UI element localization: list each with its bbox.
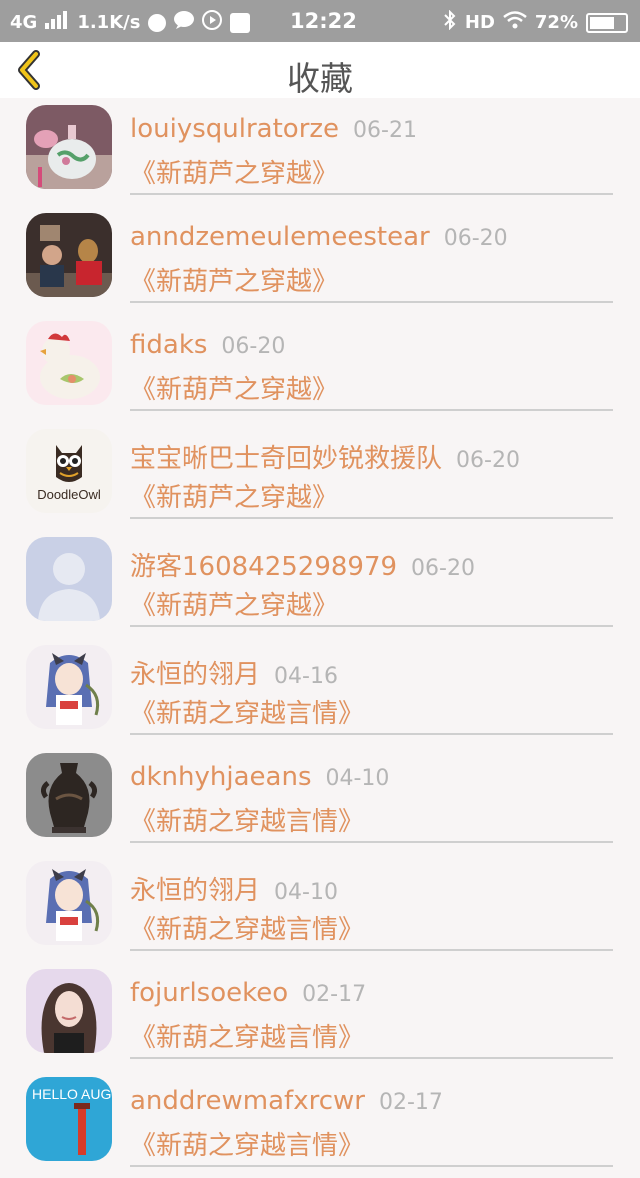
divider [130, 409, 613, 411]
avatar[interactable] [26, 645, 112, 729]
network-speed: 1.1K/s [77, 12, 141, 33]
avatar[interactable]: HELLO AUGUST [26, 1077, 112, 1161]
book-title[interactable]: 《新葫之穿越言情》 [130, 1017, 364, 1054]
item-header: 游客1608425298979 06-20 [130, 546, 475, 583]
item-header: 永恒的翎月 04-16 [130, 654, 338, 691]
favorite-date: 06-20 [443, 226, 508, 251]
battery-level [590, 16, 615, 29]
message-icon [174, 11, 195, 34]
divider [130, 841, 613, 843]
favorite-item[interactable]: louiysqulratorze 06-21 《新葫芦之穿越》 [0, 98, 640, 206]
svg-text:DoodleOwl: DoodleOwl [37, 487, 101, 502]
avatar[interactable] [26, 105, 112, 189]
bluetooth-icon [443, 9, 457, 35]
book-title[interactable]: 《新葫芦之穿越》 [130, 153, 338, 190]
user-name[interactable]: anndzemeulemeestear [130, 222, 430, 252]
book-title[interactable]: 《新葫芦之穿越》 [130, 261, 338, 298]
item-header: dknhyhjaeans 04-10 [130, 762, 389, 792]
item-header: fidaks 06-20 [130, 330, 285, 360]
avatar[interactable] [26, 213, 112, 297]
favorite-date: 04-10 [274, 880, 338, 905]
app-icon [148, 13, 167, 32]
hd-indicator: HD [464, 12, 495, 33]
user-name[interactable]: 永恒的翎月 [130, 876, 260, 906]
favorite-date: 04-16 [274, 664, 338, 689]
favorite-date: 04-10 [325, 766, 390, 791]
book-title[interactable]: 《新葫芦之穿越》 [130, 369, 338, 406]
wifi-icon [503, 11, 527, 34]
signal-icon [45, 11, 69, 34]
item-header: anddrewmafxrcwr 02-17 [130, 1086, 443, 1116]
divider [130, 1165, 613, 1167]
favorite-date: 06-20 [411, 556, 475, 581]
favorites-list: louiysqulratorze 06-21 《新葫芦之穿越》 anndzemeul… [0, 98, 640, 1178]
favorite-item[interactable]: 永恒的翎月 04-16 《新葫之穿越言情》 [0, 638, 640, 746]
divider [130, 733, 613, 735]
page-title: 收藏 [287, 59, 353, 98]
favorite-item[interactable]: anndzemeulemeestear 06-20 《新葫芦之穿越》 [0, 206, 640, 314]
favorite-date: 02-17 [378, 1090, 443, 1115]
book-title[interactable]: 《新葫之穿越言情》 [130, 909, 364, 946]
app-square-icon [230, 12, 251, 33]
favorite-item[interactable]: DoodleOwl 宝宝晰巴士奇回妙锐救援队 06-20 《新葫芦之穿越》 [0, 422, 640, 530]
battery-percent: 72% [534, 12, 578, 33]
app-header: 收藏 [0, 42, 640, 98]
divider [130, 517, 613, 519]
svg-text:HELLO AUGUST: HELLO AUGUST [32, 1086, 112, 1102]
favorite-date: 06-20 [221, 334, 286, 359]
favorite-item[interactable]: dknhyhjaeans 04-10 《新葫之穿越言情》 [0, 746, 640, 854]
battery-icon [586, 12, 628, 33]
status-bar: 4G 1.1K/s 12:22 HD 72% [0, 0, 640, 42]
avatar[interactable] [26, 861, 112, 945]
favorite-date: 06-20 [456, 448, 520, 473]
favorite-item[interactable]: 永恒的翎月 04-10 《新葫之穿越言情》 [0, 854, 640, 962]
book-title[interactable]: 《新葫芦之穿越》 [130, 585, 338, 622]
divider [130, 1057, 613, 1059]
network-type: 4G [10, 12, 38, 33]
favorite-item[interactable]: fidaks 06-20 《新葫芦之穿越》 [0, 314, 640, 422]
user-name[interactable]: fojurlsoekeo [130, 978, 288, 1008]
avatar[interactable] [26, 753, 112, 837]
item-header: louiysqulratorze 06-21 [130, 114, 417, 144]
avatar[interactable] [26, 537, 112, 621]
user-name[interactable]: fidaks [130, 330, 207, 360]
user-name[interactable]: 宝宝晰巴士奇回妙锐救援队 [130, 444, 442, 474]
divider [130, 949, 613, 951]
user-name[interactable]: dknhyhjaeans [130, 762, 312, 792]
avatar[interactable]: DoodleOwl [26, 429, 112, 513]
item-header: 永恒的翎月 04-10 [130, 870, 338, 907]
user-name[interactable]: 游客1608425298979 [130, 552, 397, 582]
avatar[interactable] [26, 321, 112, 405]
book-title[interactable]: 《新葫之穿越言情》 [130, 1125, 364, 1162]
item-header: fojurlsoekeo 02-17 [130, 978, 366, 1008]
book-title[interactable]: 《新葫之穿越言情》 [130, 693, 364, 730]
favorite-item[interactable]: 游客1608425298979 06-20 《新葫芦之穿越》 [0, 530, 640, 638]
divider [130, 301, 613, 303]
favorite-date: 06-21 [353, 118, 417, 143]
avatar[interactable] [26, 969, 112, 1053]
item-header: 宝宝晰巴士奇回妙锐救援队 06-20 [130, 438, 520, 475]
user-name[interactable]: louiysqulratorze [130, 114, 339, 144]
favorite-date: 02-17 [302, 982, 367, 1007]
divider [130, 193, 613, 195]
book-title[interactable]: 《新葫之穿越言情》 [130, 801, 364, 838]
favorite-item[interactable]: fojurlsoekeo 02-17 《新葫之穿越言情》 [0, 962, 640, 1070]
divider [130, 625, 613, 627]
clock: 12:22 [290, 9, 357, 33]
user-name[interactable]: anddrewmafxrcwr [130, 1086, 365, 1116]
book-title[interactable]: 《新葫芦之穿越》 [130, 477, 338, 514]
item-header: anndzemeulemeestear 06-20 [130, 222, 508, 252]
play-icon [202, 10, 223, 35]
favorite-item[interactable]: HELLO AUGUST anddrewmafxrcwr 02-17 《新葫之穿越言… [0, 1070, 640, 1178]
user-name[interactable]: 永恒的翎月 [130, 660, 260, 690]
